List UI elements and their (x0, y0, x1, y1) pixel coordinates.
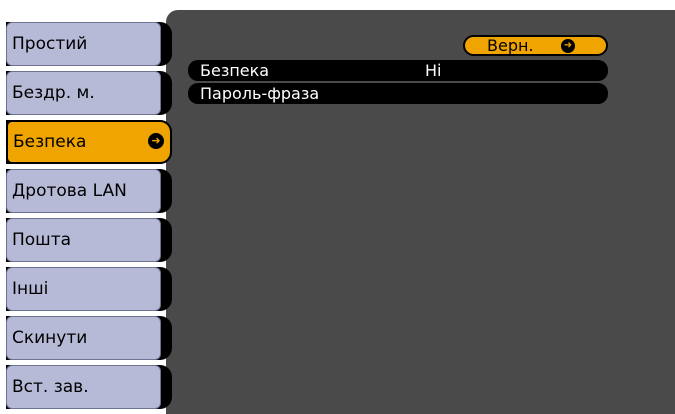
sidebar-item-wired-lan[interactable]: Дротова LAN (6, 169, 172, 213)
enter-icon: ➜ (148, 133, 164, 149)
sidebar-item-installation[interactable]: Вст. зав. (6, 365, 172, 409)
sidebar-item-label: Простий (6, 22, 161, 66)
back-button[interactable]: Верн. ➜ (463, 35, 608, 56)
back-button-label: Верн. (487, 36, 534, 55)
menu-row-label: Пароль-фраза (200, 84, 320, 103)
menu-row-value: Ні (425, 61, 442, 80)
sidebar-item-mail[interactable]: Пошта (6, 218, 172, 262)
sidebar-item-label: Бездр. м. (6, 71, 161, 115)
sidebar-item-other[interactable]: Інші (6, 267, 172, 311)
sidebar-item-security[interactable]: Безпека ➜ (6, 120, 172, 164)
sidebar-item-basic[interactable]: Простий (6, 22, 172, 66)
enter-icon: ➜ (561, 39, 575, 53)
menu-row-security[interactable]: Безпека Ні (188, 60, 608, 81)
sidebar-item-label: Скинути (6, 316, 161, 360)
sidebar-item-label: Вст. зав. (6, 365, 161, 409)
sidebar-item-label: Інші (6, 267, 161, 311)
menu-row-passphrase[interactable]: Пароль-фраза (188, 83, 608, 104)
sidebar-item-reset[interactable]: Скинути (6, 316, 172, 360)
menu-row-label: Безпека (200, 61, 270, 80)
sidebar-item-wireless[interactable]: Бездр. м. (6, 71, 172, 115)
sidebar-item-label: Дротова LAN (6, 169, 161, 213)
sidebar-item-label: Пошта (6, 218, 161, 262)
